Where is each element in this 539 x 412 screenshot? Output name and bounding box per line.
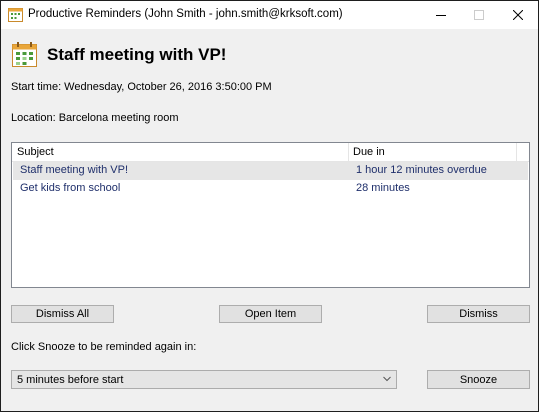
calendar-icon (12, 42, 37, 67)
row-subject: Staff meeting with VP! (20, 164, 129, 176)
close-button[interactable] (499, 1, 537, 29)
row-due: 28 minutes (356, 182, 410, 194)
window-title: Productive Reminders (John Smith - john.… (28, 8, 343, 20)
list-header: Subject Due in (12, 143, 529, 162)
column-divider[interactable] (348, 143, 349, 162)
snooze-label: Click Snooze to be reminded again in: (11, 341, 197, 353)
list-row[interactable]: Get kids from school 28 minutes (13, 180, 528, 198)
dismiss-button[interactable]: Dismiss (427, 305, 530, 323)
reminder-window: Productive Reminders (John Smith - john.… (0, 0, 539, 412)
maximize-button[interactable] (460, 1, 498, 29)
location: Location: Barcelona meeting room (11, 112, 179, 124)
close-icon (513, 10, 523, 20)
snooze-time-value: 5 minutes before start (17, 374, 124, 386)
title-bar[interactable]: Productive Reminders (John Smith - john.… (1, 1, 538, 29)
list-row[interactable]: Staff meeting with VP! 1 hour 12 minutes… (13, 162, 528, 180)
reminder-title: Staff meeting with VP! (47, 45, 227, 64)
row-subject: Get kids from school (20, 182, 121, 194)
minimize-button[interactable] (422, 1, 460, 29)
column-divider[interactable] (516, 143, 517, 162)
maximize-icon (474, 10, 484, 20)
snooze-time-select[interactable]: 5 minutes before start (11, 370, 397, 389)
chevron-down-icon (383, 376, 391, 382)
column-header-subject[interactable]: Subject (17, 146, 54, 158)
app-icon (8, 8, 23, 22)
minimize-icon (436, 15, 446, 16)
snooze-button[interactable]: Snooze (427, 370, 530, 389)
open-item-button[interactable]: Open Item (219, 305, 322, 323)
start-time: Start time: Wednesday, October 26, 2016 … (11, 81, 272, 93)
row-due: 1 hour 12 minutes overdue (356, 164, 487, 176)
reminders-list[interactable]: Subject Due in Staff meeting with VP! 1 … (11, 142, 530, 288)
column-header-due[interactable]: Due in (353, 146, 385, 158)
dismiss-all-button[interactable]: Dismiss All (11, 305, 114, 323)
